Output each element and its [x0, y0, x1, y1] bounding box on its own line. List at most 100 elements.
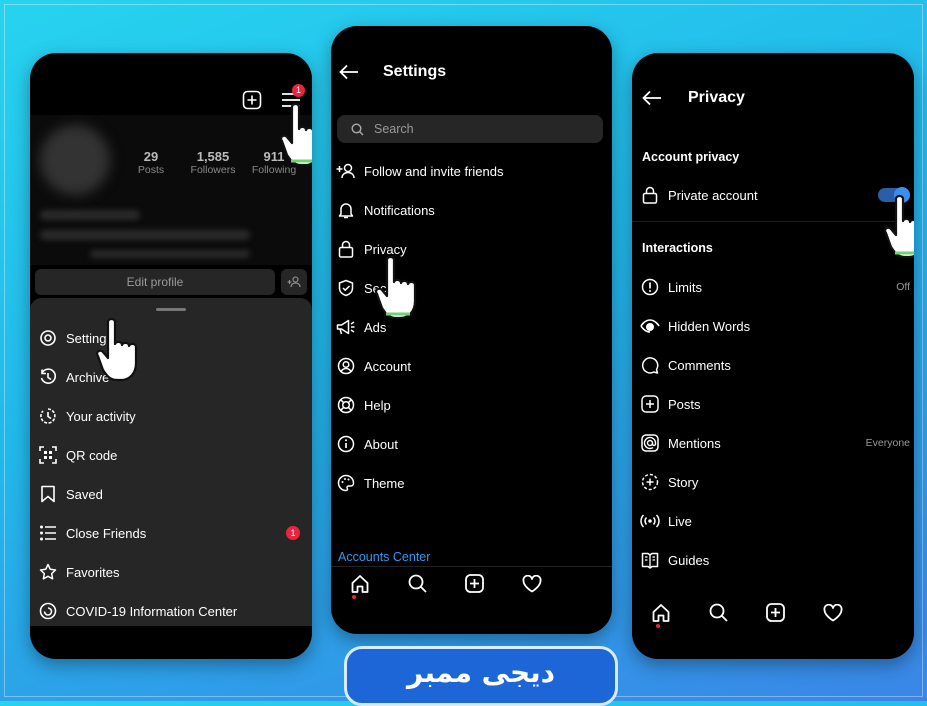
- brand-logo: دیجی ممبر: [344, 646, 618, 706]
- home-active-dot: [656, 624, 660, 628]
- hidden-words-icon: [639, 315, 661, 337]
- palette-icon: [335, 472, 357, 494]
- accounts-center-link[interactable]: Accounts Center: [338, 550, 430, 564]
- privacy-item-posts[interactable]: Posts: [632, 389, 914, 419]
- privacy-item-label: Limits: [668, 279, 702, 295]
- add-person-icon: [335, 160, 357, 182]
- discover-people-button[interactable]: [281, 269, 307, 295]
- stat-value: 29: [143, 149, 159, 164]
- menu-notification-badge: 1: [292, 84, 305, 97]
- settings-item-label: Notifications: [364, 202, 435, 218]
- privacy-item-story[interactable]: Story: [632, 467, 914, 497]
- menu-item-label: Your activity: [66, 408, 136, 424]
- stat-label: Posts: [137, 164, 165, 176]
- profile-phone: 1 29 Posts 1,585 Followers 911 Following…: [30, 53, 312, 659]
- star-icon: [37, 561, 59, 583]
- settings-item-account[interactable]: Account: [331, 351, 612, 381]
- menu-item-close-friends[interactable]: Close Friends 1: [30, 518, 312, 548]
- edit-profile-button[interactable]: Edit profile: [35, 269, 275, 295]
- heart-icon[interactable]: [823, 603, 843, 627]
- menu-item-favorites[interactable]: Favorites: [30, 557, 312, 587]
- add-person-icon: [287, 276, 301, 288]
- bottom-nav: [632, 595, 862, 635]
- settings-item-help[interactable]: Help: [331, 390, 612, 420]
- settings-item-theme[interactable]: Theme: [331, 468, 612, 498]
- privacy-item-comments[interactable]: Comments: [632, 350, 914, 380]
- settings-item-label: Account: [364, 358, 411, 374]
- activity-icon: [37, 405, 59, 427]
- new-post-icon[interactable]: [465, 574, 484, 598]
- menu-item-saved[interactable]: Saved: [30, 479, 312, 509]
- section-interactions: Interactions: [642, 241, 713, 255]
- menu-sheet: Settings Archive Your activity QR code S…: [30, 298, 312, 626]
- live-icon: [639, 510, 661, 532]
- heart-icon[interactable]: [522, 574, 542, 598]
- menu-item-qr-code[interactable]: QR code: [30, 440, 312, 470]
- new-post-icon[interactable]: [766, 603, 785, 627]
- section-account-privacy: Account privacy: [642, 150, 740, 164]
- search-icon[interactable]: [709, 603, 728, 627]
- menu-item-settings[interactable]: Settings: [30, 323, 312, 353]
- menu-item-covid-info[interactable]: COVID-19 Information Center: [30, 596, 312, 626]
- avatar[interactable]: [40, 125, 110, 195]
- help-icon: [335, 394, 357, 416]
- sheet-handle[interactable]: [156, 308, 186, 311]
- bell-icon: [335, 199, 357, 221]
- menu-item-your-activity[interactable]: Your activity: [30, 401, 312, 431]
- posts-icon: [639, 393, 661, 415]
- mention-icon: [639, 432, 661, 454]
- profile-link: [90, 250, 250, 258]
- privacy-item-live[interactable]: Live: [632, 506, 914, 536]
- story-icon: [639, 471, 661, 493]
- privacy-item-mentions[interactable]: Mentions Everyone: [632, 428, 914, 458]
- comment-icon: [639, 354, 661, 376]
- profile-header: [30, 115, 312, 265]
- guides-icon: [639, 549, 661, 571]
- stat-label: Followers: [190, 164, 236, 176]
- page-title: Privacy: [688, 89, 745, 106]
- privacy-item-limits[interactable]: Limits Off: [632, 272, 914, 302]
- close-friends-badge: 1: [286, 526, 300, 540]
- search-icon[interactable]: [408, 574, 427, 598]
- privacy-item-hidden-words[interactable]: Hidden Words: [632, 311, 914, 341]
- private-account-row[interactable]: Private account: [632, 180, 914, 210]
- back-arrow-icon[interactable]: [642, 90, 662, 106]
- settings-item-label: Follow and invite friends: [364, 163, 504, 179]
- search-icon: [351, 122, 364, 135]
- menu-item-label: Favorites: [66, 564, 120, 580]
- home-icon[interactable]: [651, 603, 671, 628]
- settings-item-follow-invite[interactable]: Follow and invite friends: [331, 156, 612, 186]
- limits-value: Off: [896, 281, 910, 293]
- new-post-icon[interactable]: [242, 90, 262, 110]
- settings-item-label: Theme: [364, 475, 405, 491]
- settings-item-about[interactable]: About: [331, 429, 612, 459]
- qr-code-icon: [37, 444, 59, 466]
- home-active-dot: [352, 595, 356, 599]
- pointer-hand-icon: [94, 316, 148, 386]
- stat-value: 1,585: [196, 149, 230, 164]
- info-icon: [335, 433, 357, 455]
- brand-logo-text: دیجی ممبر: [406, 655, 556, 689]
- menu-item-label: COVID-19 Information Center: [66, 603, 238, 619]
- search-input[interactable]: Search: [337, 115, 603, 143]
- archive-icon: [37, 366, 59, 388]
- menu-item-archive[interactable]: Archive: [30, 362, 312, 392]
- privacy-item-label: Live: [668, 513, 692, 529]
- settings-icon: [37, 327, 59, 349]
- settings-item-label: Help: [364, 397, 391, 413]
- settings-phone: Settings Search Follow and invite friend…: [331, 26, 612, 634]
- pointer-hand-icon: [278, 101, 312, 171]
- privacy-item-label: Hidden Words: [668, 318, 751, 334]
- stat-followers[interactable]: 1,585 Followers: [182, 149, 244, 176]
- private-account-label: Private account: [668, 187, 758, 203]
- covid-info-icon: [37, 600, 59, 622]
- back-arrow-icon[interactable]: [339, 64, 359, 80]
- privacy-item-label: Comments: [668, 357, 731, 373]
- profile-bio: [40, 230, 250, 240]
- bottom-nav: [331, 566, 561, 606]
- megaphone-icon: [335, 316, 357, 338]
- privacy-item-label: Story: [668, 474, 699, 490]
- privacy-item-guides[interactable]: Guides: [632, 545, 914, 575]
- stat-posts[interactable]: 29 Posts: [130, 149, 172, 176]
- settings-item-notifications[interactable]: Notifications: [331, 195, 612, 225]
